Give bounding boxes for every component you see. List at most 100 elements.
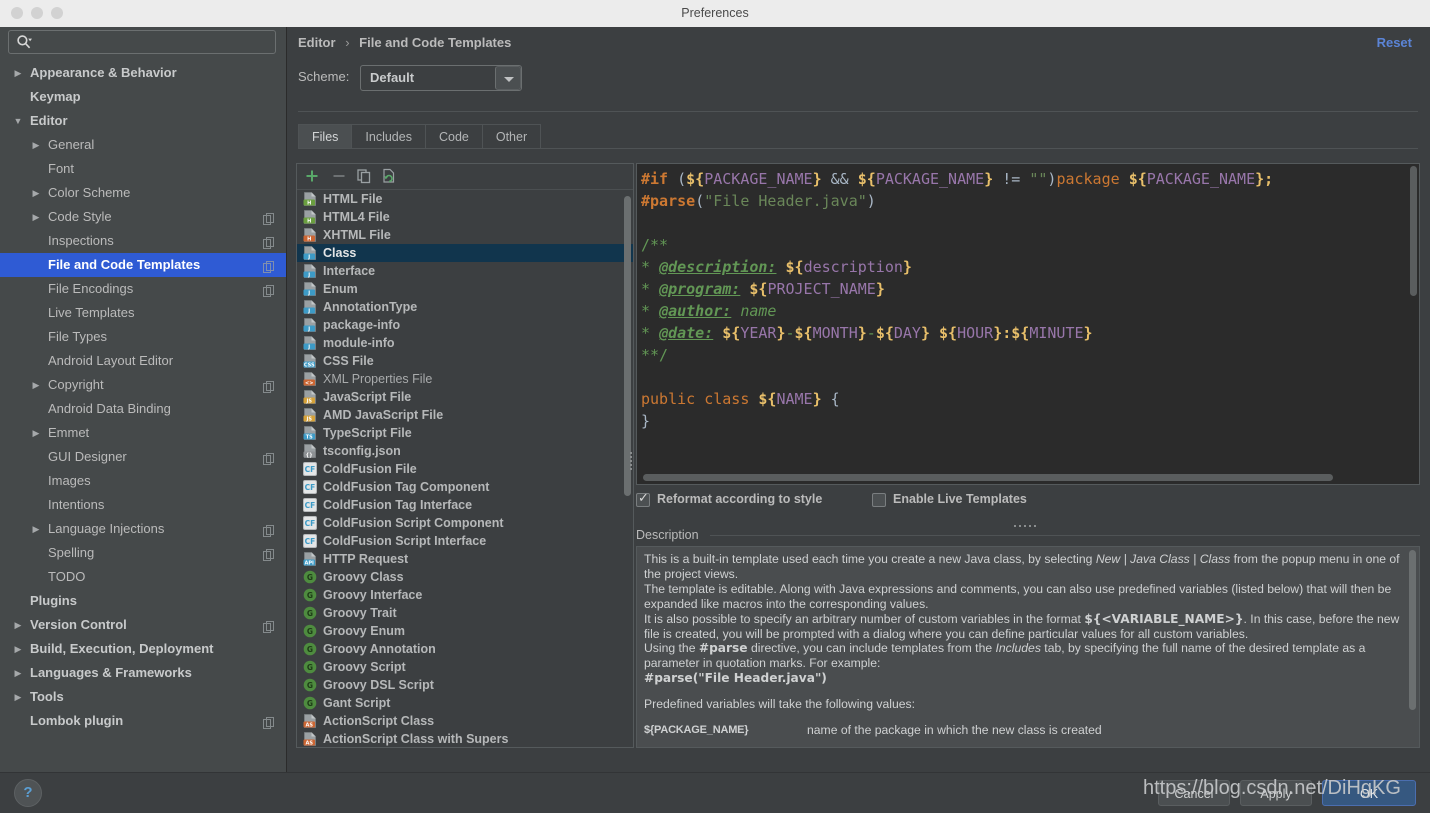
sidebar-item-general[interactable]: ▶ General xyxy=(0,133,286,157)
chevron-right-icon[interactable]: ▶ xyxy=(30,517,42,541)
sidebar-item-editor[interactable]: ▼ Editor xyxy=(0,109,286,133)
sidebar-item-language-injections[interactable]: ▶ Language Injections xyxy=(0,517,286,541)
sidebar-item-lombok-plugin[interactable]: Lombok plugin xyxy=(0,709,286,733)
sidebar-item-appearance-behavior[interactable]: ▶ Appearance & Behavior xyxy=(0,61,286,85)
reset-link[interactable]: Reset xyxy=(1377,35,1412,50)
list-item[interactable]: J Enum xyxy=(297,280,633,298)
list-item[interactable]: <> XML Properties File xyxy=(297,370,633,388)
chevron-right-icon[interactable]: ▶ xyxy=(12,661,24,685)
sidebar-item-todo[interactable]: TODO xyxy=(0,565,286,589)
copy-settings-icon[interactable] xyxy=(263,258,276,273)
chevron-right-icon[interactable]: ▶ xyxy=(30,421,42,445)
sidebar-item-font[interactable]: Font xyxy=(0,157,286,181)
list-item[interactable]: CF ColdFusion Tag Interface xyxy=(297,496,633,514)
chevron-right-icon[interactable]: ▶ xyxy=(30,181,42,205)
copy-settings-icon[interactable] xyxy=(263,234,276,249)
copy-settings-icon[interactable] xyxy=(263,378,276,393)
chevron-down-icon[interactable]: ▼ xyxy=(12,109,24,133)
sidebar-item-version-control[interactable]: ▶ Version Control xyxy=(0,613,286,637)
scheme-dropdown[interactable]: Default xyxy=(360,65,522,91)
chevron-right-icon[interactable]: ▶ xyxy=(30,133,42,157)
sidebar-item-languages-frameworks[interactable]: ▶ Languages & Frameworks xyxy=(0,661,286,685)
list-item[interactable]: CSS CSS File xyxy=(297,352,633,370)
list-item[interactable]: JS AMD JavaScript File xyxy=(297,406,633,424)
copy-settings-icon[interactable] xyxy=(263,618,276,633)
list-item[interactable]: H HTML File xyxy=(297,190,633,208)
template-code-text[interactable]: #if (${PACKAGE_NAME} && ${PACKAGE_NAME} … xyxy=(641,168,1419,432)
settings-tree[interactable]: ▶ Appearance & Behavior Keymap ▼ Editor ▶ Gene… xyxy=(0,61,286,767)
help-button[interactable]: ? xyxy=(14,779,42,807)
sidebar-item-android-data-binding[interactable]: Android Data Binding xyxy=(0,397,286,421)
editor-vertical-scrollbar[interactable] xyxy=(1410,166,1417,296)
sidebar-item-file-encodings[interactable]: File Encodings xyxy=(0,277,286,301)
panel-splitter-handle[interactable] xyxy=(628,450,634,476)
search-input[interactable] xyxy=(38,30,272,54)
list-item[interactable]: CF ColdFusion Script Interface xyxy=(297,532,633,550)
copy-settings-icon[interactable] xyxy=(263,282,276,297)
list-item[interactable]: G Groovy Trait xyxy=(297,604,633,622)
sidebar-item-gui-designer[interactable]: GUI Designer xyxy=(0,445,286,469)
list-item[interactable]: H HTML4 File xyxy=(297,208,633,226)
tab-other[interactable]: Other xyxy=(482,124,542,149)
remove-icon[interactable] xyxy=(330,167,350,186)
chevron-right-icon[interactable]: ▶ xyxy=(30,373,42,397)
list-item[interactable]: G Groovy Annotation xyxy=(297,640,633,658)
list-item[interactable]: G Groovy Script xyxy=(297,658,633,676)
list-item[interactable]: G Groovy Interface xyxy=(297,586,633,604)
cancel-button[interactable]: Cancel xyxy=(1158,780,1230,806)
ok-button[interactable]: OK xyxy=(1322,780,1416,806)
sidebar-search[interactable] xyxy=(8,30,276,54)
scheme-dropdown-button[interactable] xyxy=(495,66,521,90)
chevron-right-icon[interactable]: ▶ xyxy=(12,637,24,661)
copy-settings-icon[interactable] xyxy=(263,210,276,225)
resize-grip-icon[interactable] xyxy=(1014,514,1040,527)
sidebar-item-code-style[interactable]: ▶ Code Style xyxy=(0,205,286,229)
list-item[interactable]: {} tsconfig.json xyxy=(297,442,633,460)
copy-settings-icon[interactable] xyxy=(263,546,276,561)
list-item[interactable]: G Groovy Enum xyxy=(297,622,633,640)
list-item[interactable]: J Class xyxy=(297,244,633,262)
tab-code[interactable]: Code xyxy=(425,124,483,149)
list-item[interactable]: Jpackage-info xyxy=(297,316,633,334)
list-item[interactable]: TS TypeScript File xyxy=(297,424,633,442)
tab-includes[interactable]: Includes xyxy=(352,124,426,149)
sidebar-item-file-and-code-templates[interactable]: File and Code Templates xyxy=(0,253,286,277)
sidebar-item-images[interactable]: Images xyxy=(0,469,286,493)
list-item[interactable]: H XHTML File xyxy=(297,226,633,244)
chevron-right-icon[interactable]: ▶ xyxy=(12,61,24,85)
list-item[interactable]: API HTTP Request xyxy=(297,550,633,568)
sidebar-item-copyright[interactable]: ▶ Copyright xyxy=(0,373,286,397)
sidebar-item-intentions[interactable]: Intentions xyxy=(0,493,286,517)
reset-template-icon[interactable] xyxy=(380,167,400,186)
add-icon[interactable] xyxy=(303,167,323,186)
template-file-list[interactable]: H HTML File H HTML4 File H XHTML File J Class J I… xyxy=(297,190,633,747)
apply-button[interactable]: Apply xyxy=(1240,780,1312,806)
template-code-editor[interactable]: #if (${PACKAGE_NAME} && ${PACKAGE_NAME} … xyxy=(636,163,1420,485)
sidebar-item-android-layout-editor[interactable]: Android Layout Editor xyxy=(0,349,286,373)
list-item[interactable]: CF ColdFusion Tag Component xyxy=(297,478,633,496)
list-item[interactable]: CF ColdFusion Script Component xyxy=(297,514,633,532)
chevron-right-icon[interactable]: ▶ xyxy=(12,685,24,709)
sidebar-item-inspections[interactable]: Inspections xyxy=(0,229,286,253)
copy-settings-icon[interactable] xyxy=(263,450,276,465)
description-scrollbar[interactable] xyxy=(1409,550,1416,710)
copy-settings-icon[interactable] xyxy=(263,522,276,537)
chevron-right-icon[interactable]: ▶ xyxy=(30,205,42,229)
list-item[interactable]: G Groovy DSL Script xyxy=(297,676,633,694)
sidebar-item-live-templates[interactable]: Live Templates xyxy=(0,301,286,325)
sidebar-item-color-scheme[interactable]: ▶ Color Scheme xyxy=(0,181,286,205)
list-item[interactable]: G Groovy Class xyxy=(297,568,633,586)
list-item[interactable]: J Interface xyxy=(297,262,633,280)
editor-horizontal-scrollbar[interactable] xyxy=(643,474,1333,481)
list-item[interactable]: G Gant Script xyxy=(297,694,633,712)
sidebar-item-plugins[interactable]: Plugins xyxy=(0,589,286,613)
sidebar-item-build-execution-deployment[interactable]: ▶ Build, Execution, Deployment xyxy=(0,637,286,661)
list-item[interactable]: Jmodule-info xyxy=(297,334,633,352)
template-category-tabs[interactable]: Files Includes Code Other xyxy=(298,124,542,149)
list-item[interactable]: JS JavaScript File xyxy=(297,388,633,406)
copy-settings-icon[interactable] xyxy=(263,714,276,729)
sidebar-item-keymap[interactable]: Keymap xyxy=(0,85,286,109)
copy-icon[interactable] xyxy=(355,167,375,186)
sidebar-item-file-types[interactable]: File Types xyxy=(0,325,286,349)
chevron-right-icon[interactable]: ▶ xyxy=(12,613,24,637)
